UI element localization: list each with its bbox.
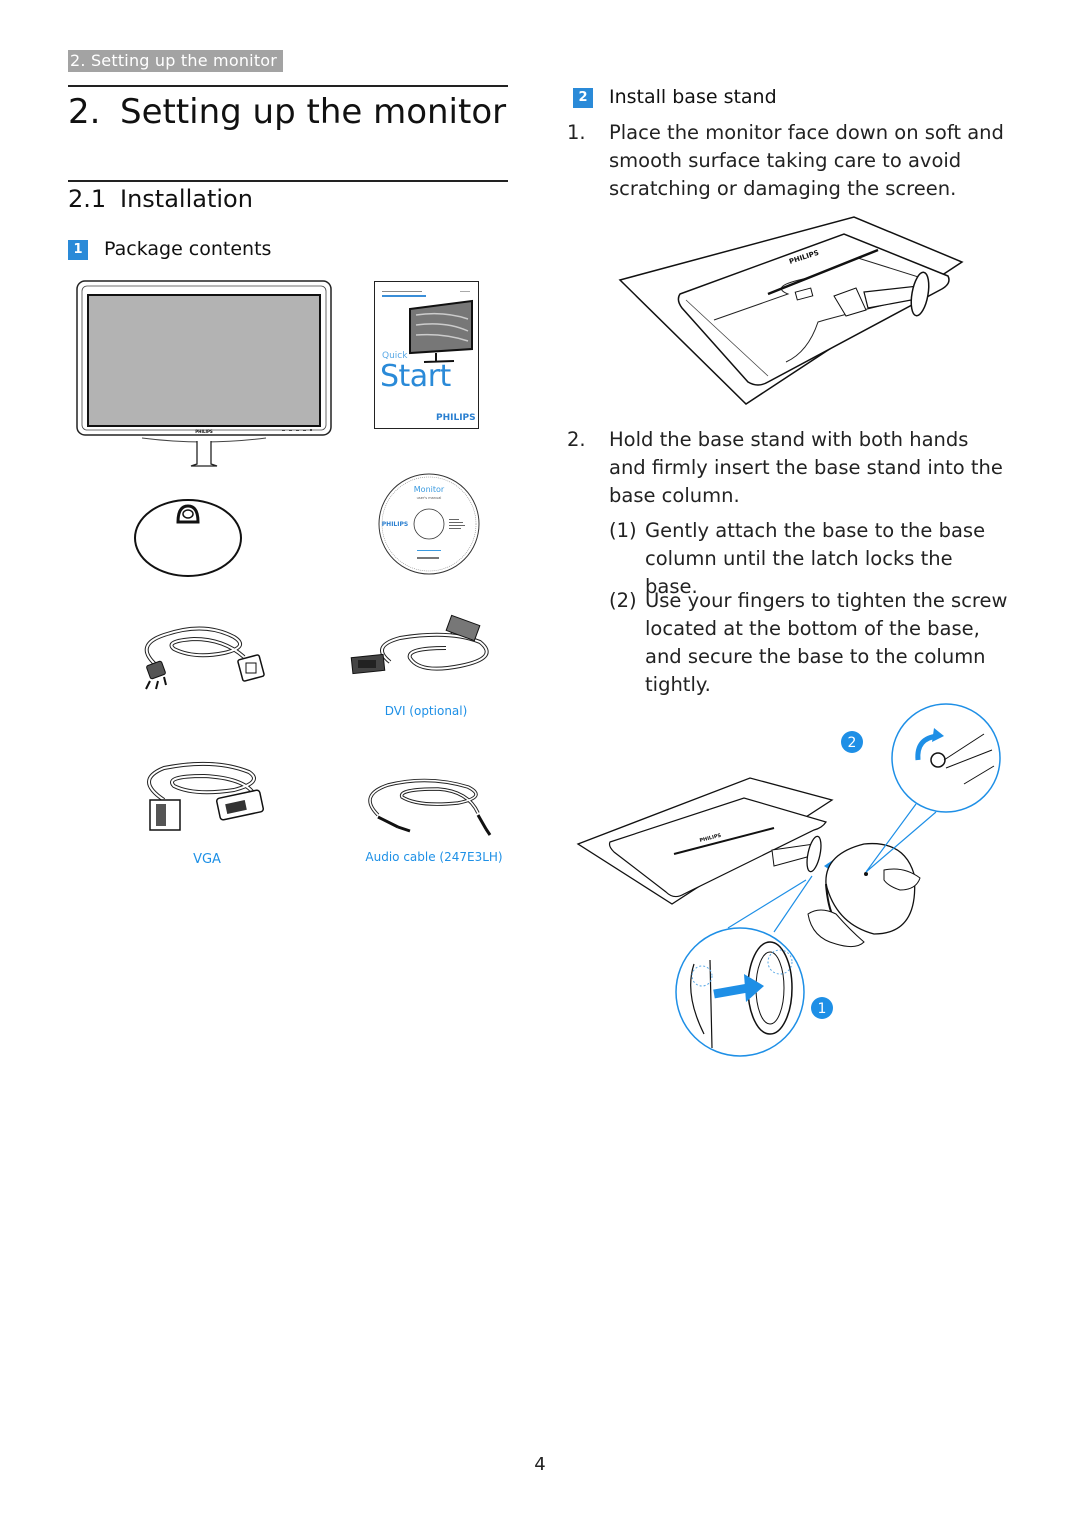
substep-2-text: Use your fingers to tighten the screw lo… [645,589,1008,696]
vga-caption: VGA [193,852,221,867]
cd-disc-illustration: Monitor user's manual PHILIPS [378,473,480,575]
base-attach-illustration: PHILIPS 2 1 [576,703,1001,1057]
base-stand-illustration [134,499,242,577]
install-base-heading: 2 Install base stand [573,85,777,109]
power-cable-illustration [144,626,265,690]
section-rule [68,180,508,182]
running-head: 2. Setting up the monitor [68,50,284,72]
chapter-number: 2. [68,92,101,132]
dvi-caption: DVI (optional) [384,704,468,718]
step-badge-2: 2 [573,88,593,108]
svg-text:user's manual: user's manual [417,496,442,500]
package-contents-heading: 1 Package contents [68,237,271,261]
step-2-text: Hold the base stand with both hands and … [609,428,1003,507]
page-number: 4 [534,1454,546,1475]
step-badge-1: 1 [68,240,88,260]
callout-2: 2 [848,735,857,751]
monitor-face-down-illustration: PHILIPS [618,216,964,405]
chapter-title: 2. Setting up the monitor [68,92,506,132]
vga-cable-illustration [147,761,264,831]
audio-cable-illustration [368,778,492,836]
quick-start-large-label: Start [380,359,451,394]
section-title: 2.1 Installation [68,184,253,214]
chapter-rule [68,85,508,87]
substep-2: (2) Use your fingers to tighten the scre… [609,587,1009,699]
section-title-text: Installation [120,185,253,213]
monitor-screen [87,294,321,427]
step-1-text: Place the monitor face down on soft and … [609,121,1004,200]
package-contents-label: Package contents [104,238,272,260]
substep-2-number: (2) [609,589,637,612]
svg-text:Monitor: Monitor [414,485,445,494]
monitor-brand: PHILIPS [195,429,213,434]
monitor-front-illustration: PHILIPS [76,280,332,467]
callout-1: 1 [818,1001,827,1017]
install-base-label: Install base stand [609,86,777,108]
audio-caption: Audio cable (247E3LH) [365,850,503,864]
step-2-number: 2. [567,428,586,451]
dvi-cable-illustration [350,614,489,675]
step-1: 1. Place the monitor face down on soft a… [567,119,1007,203]
substep-1-number: (1) [609,519,637,542]
step-1-number: 1. [567,121,586,144]
svg-text:PHILIPS: PHILIPS [382,521,408,528]
quick-start-brand: PHILIPS [436,413,476,423]
chapter-title-text: Setting up the monitor [120,92,507,132]
section-number: 2.1 [68,185,107,213]
step-2: 2. Hold the base stand with both hands a… [567,426,1007,510]
